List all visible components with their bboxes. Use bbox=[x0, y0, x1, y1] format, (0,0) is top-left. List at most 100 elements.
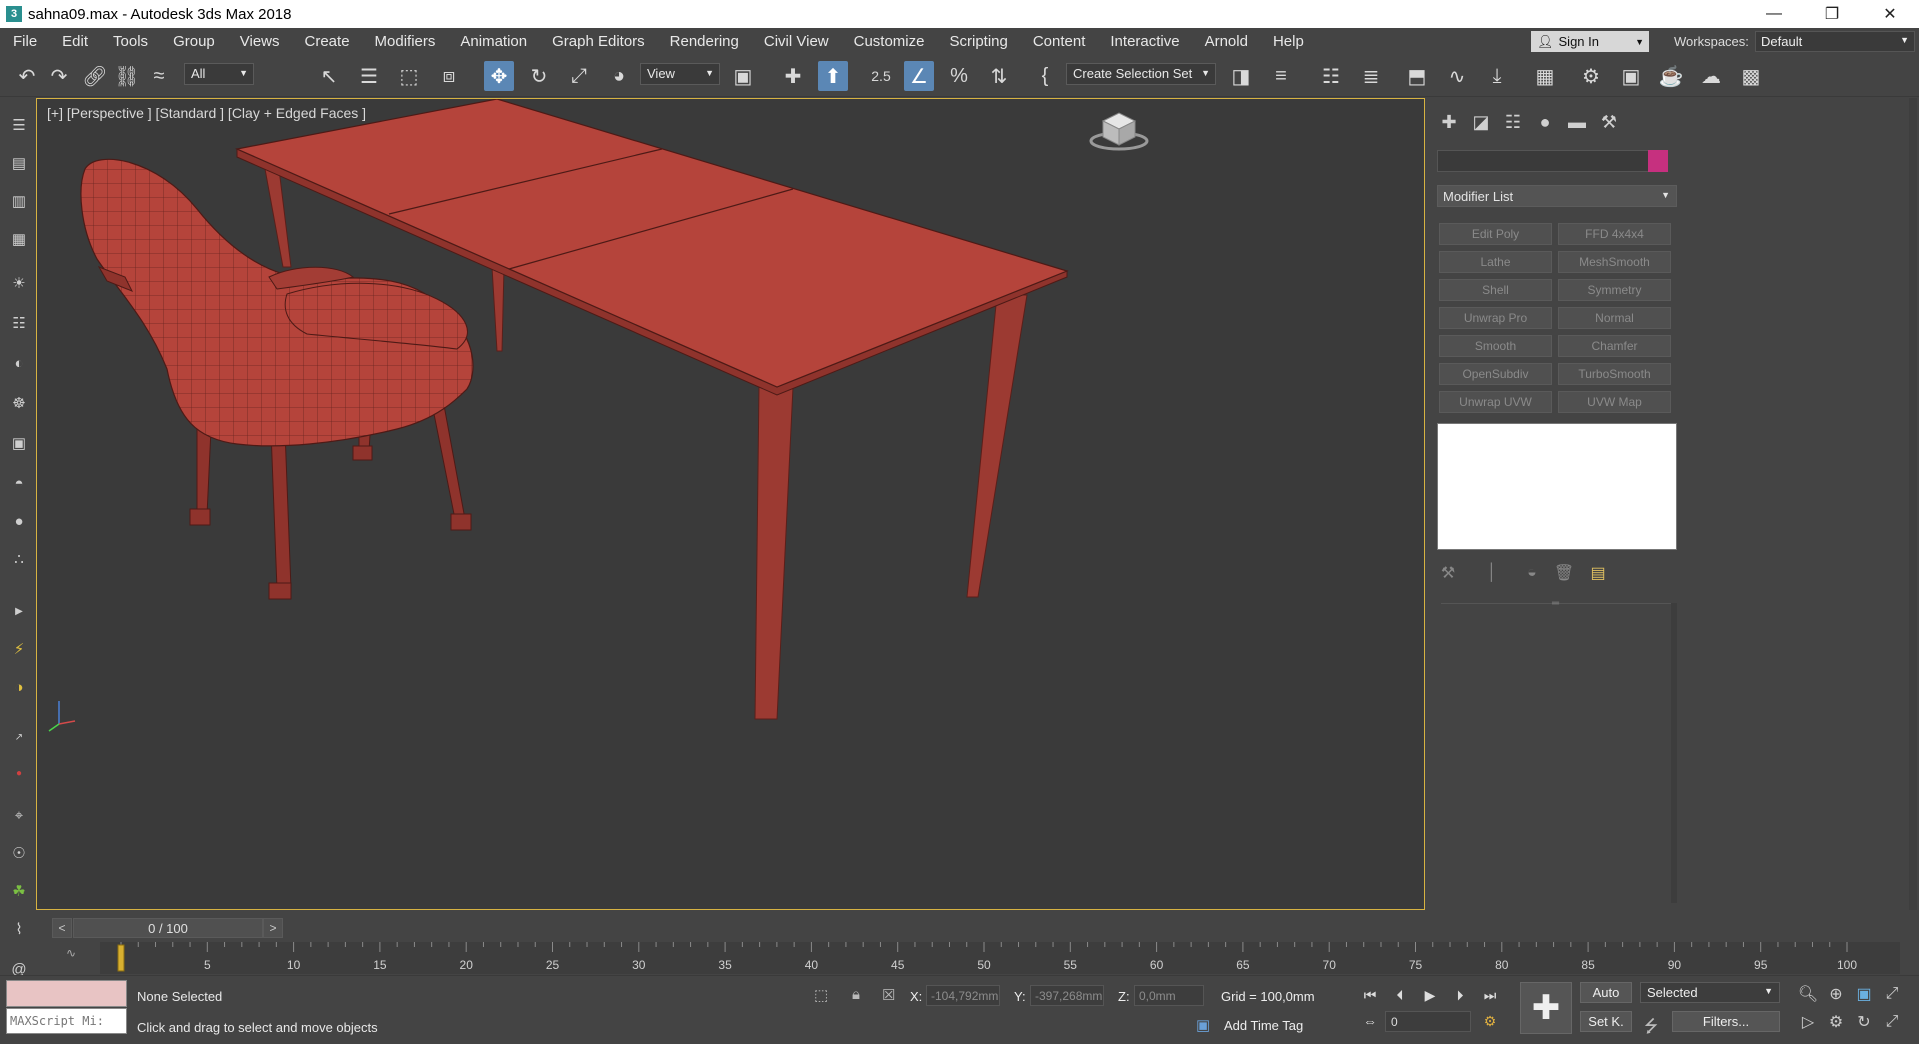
scene-explorer-tab-icon[interactable]: ☰ bbox=[8, 114, 30, 136]
lock-icon[interactable]: 🔒︎ bbox=[852, 986, 860, 1003]
arrow-icon[interactable]: ▶ bbox=[8, 600, 30, 622]
spinner-snap-icon[interactable]: ⇅ bbox=[984, 61, 1014, 91]
modifier-button-uvw-map[interactable]: UVW Map bbox=[1558, 391, 1671, 413]
display-tab-icon[interactable]: ▬ bbox=[1563, 110, 1591, 134]
scene-explorer-icon[interactable]: ☷ bbox=[1316, 61, 1346, 91]
hair-icon[interactable]: ⌇ bbox=[8, 918, 30, 940]
object-color-swatch[interactable] bbox=[1648, 150, 1668, 172]
bolt-icon[interactable]: ⚡︎ bbox=[8, 638, 30, 660]
create-tab-icon[interactable]: ✚ bbox=[1435, 110, 1463, 134]
key-filters-button[interactable]: Filters... bbox=[1672, 1011, 1780, 1032]
modifier-button-opensubdiv[interactable]: OpenSubdiv bbox=[1439, 363, 1552, 385]
key-mode-icon[interactable]: ⇔ bbox=[1358, 1010, 1382, 1032]
menu-interactive[interactable]: Interactive bbox=[1097, 33, 1191, 50]
go-to-end-icon[interactable]: ⏭︎ bbox=[1478, 984, 1502, 1006]
edit-named-selection-icon[interactable]: { bbox=[1030, 61, 1060, 91]
remove-modifier-icon[interactable]: 🗑︎ bbox=[1553, 562, 1575, 584]
modify-tab-icon[interactable]: ◪ bbox=[1467, 110, 1495, 134]
pin-stack-icon[interactable]: ⚒ bbox=[1437, 562, 1459, 584]
modifier-button-ffd[interactable]: FFD 4x4x4 bbox=[1558, 223, 1671, 245]
motion-tab-icon[interactable]: ● bbox=[1531, 110, 1559, 134]
menu-create[interactable]: Create bbox=[292, 33, 362, 50]
red-marker-icon[interactable]: ● bbox=[8, 762, 30, 784]
link-icon[interactable]: 🔗︎ bbox=[80, 61, 110, 91]
plant-icon[interactable]: ☘ bbox=[8, 880, 30, 902]
walk-through-icon[interactable]: ⚙ bbox=[1824, 1010, 1848, 1034]
keyboard-shortcut-override-icon[interactable]: ⬆ bbox=[818, 61, 848, 91]
dome-icon[interactable]: ◓ bbox=[8, 472, 30, 494]
time-tag-icon[interactable]: ▣ bbox=[1196, 1016, 1210, 1034]
selection-filter-select[interactable]: All ▼ bbox=[184, 63, 254, 85]
a360-gallery-icon[interactable]: ▩ bbox=[1736, 61, 1766, 91]
align-icon[interactable]: ≡ bbox=[1266, 61, 1296, 91]
menu-customize[interactable]: Customize bbox=[841, 33, 937, 50]
box-icon[interactable]: ▣ bbox=[8, 432, 30, 454]
menu-edit[interactable]: Edit bbox=[49, 33, 100, 50]
next-frame-icon[interactable]: ⏵︎ bbox=[1448, 984, 1472, 1006]
menu-content[interactable]: Content bbox=[1020, 33, 1098, 50]
add-time-tag[interactable]: Add Time Tag bbox=[1224, 1018, 1303, 1033]
select-and-place-icon[interactable]: ◕ bbox=[604, 61, 634, 91]
menu-group[interactable]: Group bbox=[160, 33, 227, 50]
rendered-frame-window-icon[interactable]: ▣ bbox=[1616, 61, 1646, 91]
field-of-view-icon[interactable]: ▷ bbox=[1796, 1010, 1820, 1034]
viewport-label[interactable]: [+] [Perspective ] [Standard ] [Clay + E… bbox=[47, 105, 366, 121]
modifier-button-symmetry[interactable]: Symmetry bbox=[1558, 279, 1671, 301]
rectangular-selection-icon[interactable]: ⬚ bbox=[394, 61, 424, 91]
minimize-button[interactable]: — bbox=[1745, 0, 1803, 28]
modifier-stack[interactable] bbox=[1437, 423, 1677, 550]
select-by-name-icon[interactable]: ☰ bbox=[354, 61, 384, 91]
time-configuration-icon[interactable]: ⚙ bbox=[1478, 1010, 1502, 1032]
angle-snap-icon[interactable]: ∠ bbox=[904, 61, 934, 91]
reference-coordinate-select[interactable]: View ▼ bbox=[640, 63, 720, 85]
time-slider-thumb[interactable]: 0 / 100 bbox=[73, 918, 263, 938]
select-object-icon[interactable]: ↖ bbox=[314, 61, 344, 91]
current-frame-marker[interactable] bbox=[117, 944, 125, 972]
modifier-button-shell[interactable]: Shell bbox=[1439, 279, 1552, 301]
redo-icon[interactable]: ↷ bbox=[44, 61, 74, 91]
modifier-button-smooth[interactable]: Smooth bbox=[1439, 335, 1552, 357]
helper-icon[interactable]: ◐ bbox=[8, 352, 30, 374]
snaps-toggle-icon[interactable]: 2.5 bbox=[866, 61, 896, 91]
previous-frame-icon[interactable]: ⏴︎ bbox=[1388, 984, 1412, 1006]
spring-icon[interactable]: ∴ bbox=[8, 548, 30, 570]
modifier-button-edit-poly[interactable]: Edit Poly bbox=[1439, 223, 1552, 245]
viewcube-icon[interactable] bbox=[1089, 112, 1149, 151]
layout-tab-icon[interactable]: ▦ bbox=[8, 228, 30, 250]
go-to-start-icon[interactable]: ⏮︎ bbox=[1358, 984, 1382, 1006]
configure-modifier-sets-icon[interactable]: ▤ bbox=[1587, 562, 1609, 584]
layer-explorer-icon[interactable]: ≣ bbox=[1356, 61, 1386, 91]
sign-in-button[interactable]: 👤︎ Sign In ▼ bbox=[1531, 31, 1649, 52]
modifier-list-select[interactable]: Modifier List ▼ bbox=[1437, 185, 1677, 207]
set-key-icon[interactable]: ✚ bbox=[1520, 982, 1572, 1034]
light-icon[interactable]: ☀ bbox=[8, 272, 30, 294]
percent-snap-icon[interactable]: % bbox=[944, 61, 974, 91]
menu-animation[interactable]: Animation bbox=[447, 33, 539, 50]
modifier-button-normal[interactable]: Normal bbox=[1558, 307, 1671, 329]
current-frame-field[interactable]: 0 bbox=[1385, 1011, 1471, 1032]
modifier-button-unwrap-uvw[interactable]: Unwrap UVW bbox=[1439, 391, 1552, 413]
select-and-rotate-icon[interactable]: ↻ bbox=[524, 61, 554, 91]
menu-scripting[interactable]: Scripting bbox=[936, 33, 1019, 50]
mirror-icon[interactable]: ◨ bbox=[1226, 61, 1256, 91]
play-icon[interactable]: ▶ bbox=[1418, 984, 1442, 1006]
modifier-button-lathe[interactable]: Lathe bbox=[1439, 251, 1552, 273]
time-slider-next-button[interactable]: > bbox=[263, 918, 283, 938]
set-key-button[interactable]: Set K. bbox=[1580, 1011, 1632, 1032]
time-slider-prev-button[interactable]: < bbox=[52, 918, 72, 938]
curve-editor-icon[interactable]: ∿ bbox=[1442, 61, 1472, 91]
zoom-extents-icon[interactable]: ▣ bbox=[1852, 982, 1876, 1006]
manipulate-icon[interactable]: ✚ bbox=[778, 61, 808, 91]
arrow-icon[interactable]: ↗ bbox=[8, 726, 30, 748]
hierarchy-tab-icon[interactable]: ☷ bbox=[1499, 110, 1527, 134]
zoom-icon[interactable]: 🔍︎ bbox=[1796, 982, 1820, 1006]
maximize-button[interactable]: ❐ bbox=[1803, 0, 1861, 28]
render-production-icon[interactable]: ☕ bbox=[1656, 61, 1686, 91]
material-editor-icon[interactable]: ▦ bbox=[1530, 61, 1560, 91]
menu-modifiers[interactable]: Modifiers bbox=[362, 33, 448, 50]
isolate-selection-icon[interactable]: ⬚ bbox=[814, 986, 828, 1004]
menu-tools[interactable]: Tools bbox=[100, 33, 160, 50]
unlink-icon[interactable]: ⛓︎ bbox=[112, 61, 142, 91]
zoom-all-icon[interactable]: ⊕ bbox=[1824, 982, 1848, 1006]
modifier-button-unwrap-pro[interactable]: Unwrap Pro bbox=[1439, 307, 1552, 329]
